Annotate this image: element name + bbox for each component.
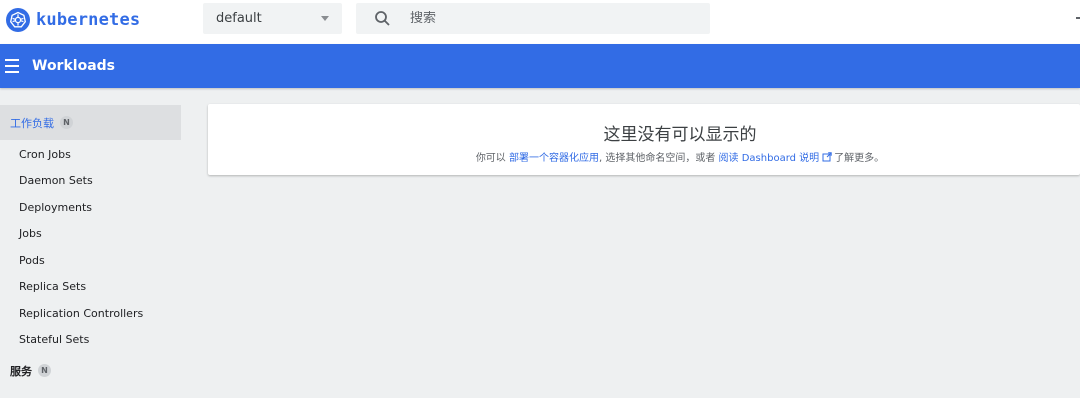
sidebar-category-label: 服务 — [10, 364, 32, 378]
empty-state-message: 你可以 部署一个容器化应用, 选择其他命名空间，或者 阅读 Dashboard … — [208, 149, 1080, 164]
empty-state-title: 这里没有可以显示的 — [603, 125, 757, 145]
sidebar-item-pods[interactable]: Pods — [19, 254, 45, 267]
sidebar-item-daemon-sets[interactable]: Daemon Sets — [19, 174, 93, 187]
chevron-down-icon — [321, 16, 329, 21]
namespaced-badge: N — [60, 116, 73, 129]
sidebar-item-replica-sets[interactable]: Replica Sets — [19, 280, 86, 293]
namespace-select[interactable]: default — [203, 3, 342, 34]
empty-state-middle: , 选择其他命名空间，或者 — [599, 153, 719, 164]
sidebar-item-stateful-sets[interactable]: Stateful Sets — [19, 333, 89, 346]
sidebar-item-deployments[interactable]: Deployments — [19, 201, 92, 214]
sidebar-item-cron-jobs[interactable]: Cron Jobs — [19, 148, 71, 161]
kubernetes-logo-icon — [6, 8, 30, 32]
empty-state-suffix: 了解更多。 — [834, 153, 885, 164]
dashboard-docs-link[interactable]: 阅读 Dashboard 说明 — [719, 153, 820, 164]
sidebar-item-replication-controllers[interactable]: Replication Controllers — [19, 307, 143, 320]
overflow-menu-icon[interactable] — [1076, 17, 1080, 19]
search-input[interactable] — [410, 11, 700, 26]
top-bar: kubernetes default — [0, 0, 1080, 44]
hamburger-menu-icon[interactable] — [5, 59, 21, 73]
sidebar-item-jobs[interactable]: Jobs — [19, 227, 42, 240]
page-title: Workloads — [32, 58, 115, 74]
search-bar[interactable] — [356, 3, 710, 34]
empty-state-prefix: 你可以 — [475, 153, 509, 164]
sidebar-category-services[interactable]: 服务 N — [0, 353, 181, 388]
sidebar-category-label: 工作负载 — [10, 116, 54, 130]
empty-state-card: 这里没有可以显示的 你可以 部署一个容器化应用, 选择其他命名空间，或者 阅读 … — [208, 104, 1080, 175]
deploy-app-link[interactable]: 部署一个容器化应用 — [509, 153, 599, 164]
brand-logo[interactable]: kubernetes — [6, 8, 140, 32]
sidebar: 工作负载 N Cron Jobs Daemon Sets Deployments… — [0, 88, 200, 398]
namespaced-badge: N — [38, 364, 51, 377]
namespace-selected-value: default — [216, 11, 262, 26]
sidebar-category-workloads[interactable]: 工作负载 N — [0, 105, 181, 140]
brand-name: kubernetes — [36, 10, 141, 30]
search-icon — [375, 10, 390, 26]
external-link-icon[interactable] — [822, 152, 832, 162]
page-toolbar: Workloads — [0, 44, 1080, 88]
